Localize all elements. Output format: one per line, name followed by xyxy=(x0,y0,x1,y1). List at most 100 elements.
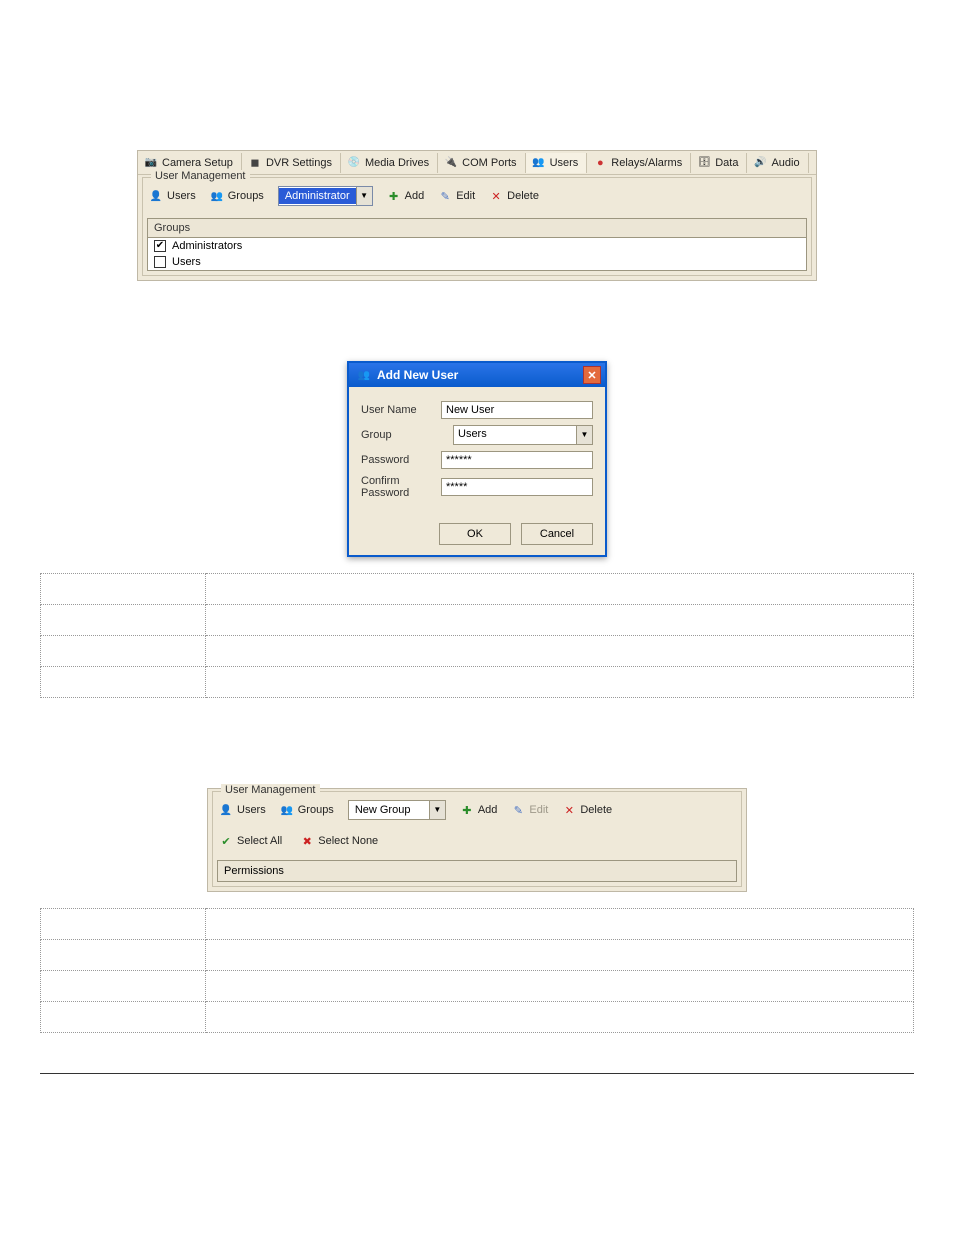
users-toggle-button[interactable]: Users xyxy=(219,803,266,817)
delete-icon xyxy=(562,803,576,817)
cancel-button[interactable]: Cancel xyxy=(521,523,593,545)
tab-label: Media Drives xyxy=(365,157,429,169)
port-icon xyxy=(444,156,458,170)
list-item[interactable]: ✔ Administrators xyxy=(148,238,806,254)
desc-value: Enter a user name. xyxy=(206,574,914,605)
groups-list: Groups ✔ Administrators Users xyxy=(147,218,807,271)
group-select[interactable]: Users ▼ xyxy=(453,425,593,445)
confirm-password-field[interactable] xyxy=(441,478,593,496)
users-icon xyxy=(280,803,294,817)
relay-icon xyxy=(593,156,607,170)
delete-icon xyxy=(489,189,503,203)
list-header: Groups xyxy=(148,219,806,238)
desc-key: Group xyxy=(41,605,206,636)
dialog-titlebar: Add New User ✕ xyxy=(349,363,605,387)
desc-key: User Name xyxy=(41,574,206,605)
combo-selected-text: New Group xyxy=(349,802,429,818)
desc-value: Type the name of the new group. xyxy=(206,909,914,940)
tab-label: Data xyxy=(715,157,738,169)
list-item[interactable]: Users xyxy=(148,254,806,270)
tab-media-drives[interactable]: Media Drives xyxy=(341,153,438,173)
delete-button[interactable]: Delete xyxy=(489,189,539,203)
button-label: Groups xyxy=(228,190,264,202)
tab-com-ports[interactable]: COM Ports xyxy=(438,153,525,173)
button-label: Users xyxy=(167,190,196,202)
button-label: Add xyxy=(478,804,498,816)
button-label: Select All xyxy=(237,835,282,847)
button-label: Edit xyxy=(456,190,475,202)
user-select-combo[interactable]: Administrator ▼ xyxy=(278,186,373,206)
dialog-title: Add New User xyxy=(377,368,458,382)
select-none-button[interactable]: Select None xyxy=(300,834,378,848)
fieldset-legend: User Management xyxy=(221,784,320,796)
groups-toggle-button[interactable]: Groups xyxy=(280,803,334,817)
tab-relays-alarms[interactable]: Relays/Alarms xyxy=(587,153,691,173)
footer-rule xyxy=(40,1073,914,1074)
tab-label: Audio xyxy=(771,157,799,169)
select-all-button[interactable]: Select All xyxy=(219,834,282,848)
tab-label: Relays/Alarms xyxy=(611,157,682,169)
plus-icon xyxy=(387,189,401,203)
list-item-label: Administrators xyxy=(172,240,242,252)
password-field[interactable] xyxy=(441,451,593,469)
desc-key: Groups Name xyxy=(41,909,206,940)
users-icon xyxy=(210,189,224,203)
tab-label: COM Ports xyxy=(462,157,516,169)
ok-button[interactable]: OK xyxy=(439,523,511,545)
desc-value: Click to grant all the permissions liste… xyxy=(206,971,914,1002)
fieldset-legend: User Management xyxy=(151,170,250,182)
add-button[interactable]: Add xyxy=(460,803,498,817)
username-field[interactable] xyxy=(441,401,593,419)
user-management-screenshot: Camera Setup DVR Settings Media Drives C… xyxy=(137,150,817,281)
user-icon xyxy=(219,803,233,817)
edit-button[interactable]: Edit xyxy=(438,189,475,203)
add-button[interactable]: Add xyxy=(387,189,425,203)
button-label: Add xyxy=(405,190,425,202)
checkbox-checked[interactable]: ✔ xyxy=(154,240,166,252)
group-management-screenshot: User Management Users Groups New Group ▼… xyxy=(207,788,747,892)
permissions-header: Permissions xyxy=(217,860,737,882)
users-toggle-button[interactable]: Users xyxy=(149,189,196,203)
tab-dvr-settings[interactable]: DVR Settings xyxy=(242,153,341,173)
user-management-fieldset: User Management Users Groups Administrat… xyxy=(142,177,812,276)
tab-label: DVR Settings xyxy=(266,157,332,169)
desc-key: Confirm Password xyxy=(41,667,206,698)
desc-key: Select All xyxy=(41,971,206,1002)
chevron-down-icon: ▼ xyxy=(576,426,592,444)
user-icon xyxy=(149,189,163,203)
combo-selected-text: Administrator xyxy=(279,188,356,204)
groups-toggle-button[interactable]: Groups xyxy=(210,189,264,203)
button-label: Select None xyxy=(318,835,378,847)
user-management-fieldset: User Management Users Groups New Group ▼… xyxy=(212,791,742,887)
chip-icon xyxy=(248,156,262,170)
users-icon xyxy=(532,156,546,170)
desc-value: Enter a password for the user. xyxy=(206,636,914,667)
disk-icon xyxy=(347,156,361,170)
tab-data[interactable]: Data xyxy=(691,153,747,173)
tab-users[interactable]: Users xyxy=(526,153,588,173)
plus-icon xyxy=(460,803,474,817)
list-item-label: Users xyxy=(172,256,201,268)
camera-icon xyxy=(144,156,158,170)
confirm-password-label: Confirm Password xyxy=(361,475,441,499)
group-select-combo[interactable]: New Group ▼ xyxy=(348,800,446,820)
password-label: Password xyxy=(361,454,441,466)
delete-button[interactable]: Delete xyxy=(562,803,612,817)
tab-audio[interactable]: Audio xyxy=(747,153,808,173)
dialog-button-row: OK Cancel xyxy=(349,515,605,555)
desc-key: Password xyxy=(41,636,206,667)
group-field-descriptions: Groups NameType the name of the new grou… xyxy=(40,908,914,1033)
tab-label: Camera Setup xyxy=(162,157,233,169)
users-icon xyxy=(357,368,371,382)
user-management-toolbar: Users Groups Administrator ▼ Add Edit De… xyxy=(147,182,807,210)
group-management-toolbar: Users Groups New Group ▼ Add Edit Delete xyxy=(217,796,737,824)
close-button[interactable]: ✕ xyxy=(583,366,601,384)
chevron-down-icon: ▼ xyxy=(356,187,372,205)
checkbox-unchecked[interactable] xyxy=(154,256,166,268)
uncheck-icon xyxy=(300,834,314,848)
button-label: Groups xyxy=(298,804,334,816)
tab-label: Users xyxy=(550,157,579,169)
selection-toolbar: Select All Select None xyxy=(217,830,737,852)
dialog-body: User Name Group Users ▼ Password Confirm… xyxy=(349,387,605,515)
combo-selected-text: Users xyxy=(454,426,576,444)
